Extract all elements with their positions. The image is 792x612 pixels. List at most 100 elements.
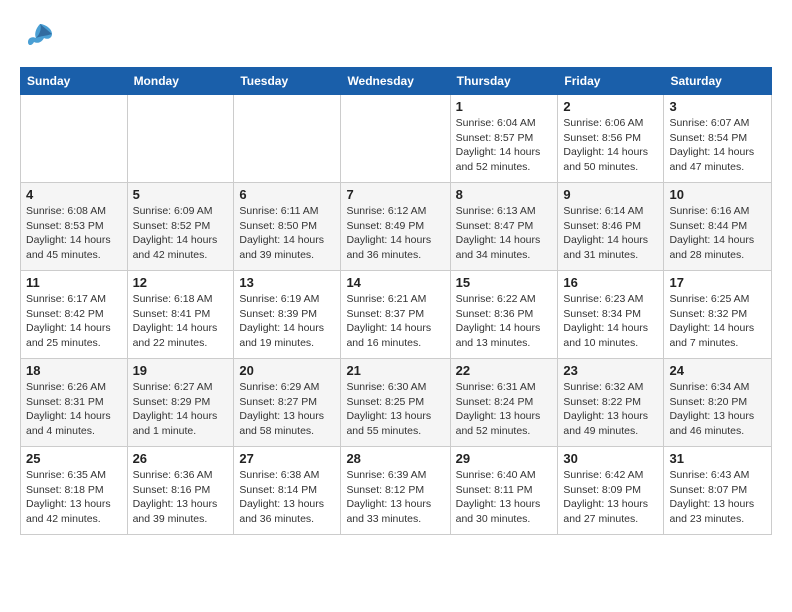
day-number: 9 — [563, 187, 658, 202]
day-number: 7 — [346, 187, 444, 202]
day-number: 5 — [133, 187, 229, 202]
calendar-cell-1-3 — [234, 95, 341, 183]
calendar-header-saturday: Saturday — [664, 68, 772, 95]
logo — [20, 20, 56, 57]
day-number: 16 — [563, 275, 658, 290]
calendar-header-sunday: Sunday — [21, 68, 128, 95]
calendar-cell-3-6: 16 Sunrise: 6:23 AM Sunset: 8:34 PM Dayli… — [558, 271, 664, 359]
calendar-cell-1-5: 1 Sunrise: 6:04 AM Sunset: 8:57 PM Daylig… — [450, 95, 558, 183]
day-number: 3 — [669, 99, 766, 114]
day-info: Sunrise: 6:18 AM Sunset: 8:41 PM Dayligh… — [133, 292, 229, 351]
calendar-header-wednesday: Wednesday — [341, 68, 450, 95]
calendar-week-row-3: 11 Sunrise: 6:17 AM Sunset: 8:42 PM Dayli… — [21, 271, 772, 359]
calendar-cell-4-5: 22 Sunrise: 6:31 AM Sunset: 8:24 PM Dayli… — [450, 359, 558, 447]
day-number: 30 — [563, 451, 658, 466]
day-info: Sunrise: 6:38 AM Sunset: 8:14 PM Dayligh… — [239, 468, 335, 527]
day-info: Sunrise: 6:12 AM Sunset: 8:49 PM Dayligh… — [346, 204, 444, 263]
day-number: 2 — [563, 99, 658, 114]
header — [20, 20, 772, 57]
day-number: 6 — [239, 187, 335, 202]
calendar-header-row: SundayMondayTuesdayWednesdayThursdayFrid… — [21, 68, 772, 95]
day-number: 20 — [239, 363, 335, 378]
day-info: Sunrise: 6:36 AM Sunset: 8:16 PM Dayligh… — [133, 468, 229, 527]
calendar-cell-2-6: 9 Sunrise: 6:14 AM Sunset: 8:46 PM Daylig… — [558, 183, 664, 271]
calendar-cell-1-4 — [341, 95, 450, 183]
day-number: 23 — [563, 363, 658, 378]
day-number: 4 — [26, 187, 122, 202]
day-info: Sunrise: 6:39 AM Sunset: 8:12 PM Dayligh… — [346, 468, 444, 527]
calendar-cell-2-1: 4 Sunrise: 6:08 AM Sunset: 8:53 PM Daylig… — [21, 183, 128, 271]
day-number: 22 — [456, 363, 553, 378]
calendar-cell-3-2: 12 Sunrise: 6:18 AM Sunset: 8:41 PM Dayli… — [127, 271, 234, 359]
calendar-cell-1-2 — [127, 95, 234, 183]
day-number: 11 — [26, 275, 122, 290]
calendar-cell-3-1: 11 Sunrise: 6:17 AM Sunset: 8:42 PM Dayli… — [21, 271, 128, 359]
calendar-header-monday: Monday — [127, 68, 234, 95]
calendar-cell-3-5: 15Sunrise: 6:22 AM Sunset: 8:36 PM Dayli… — [450, 271, 558, 359]
calendar-cell-4-6: 23 Sunrise: 6:32 AM Sunset: 8:22 PM Dayli… — [558, 359, 664, 447]
day-info: Sunrise: 6:04 AM Sunset: 8:57 PM Dayligh… — [456, 116, 553, 175]
calendar-cell-5-2: 26 Sunrise: 6:36 AM Sunset: 8:16 PM Dayli… — [127, 447, 234, 535]
day-info: Sunrise: 6:06 AM Sunset: 8:56 PM Dayligh… — [563, 116, 658, 175]
day-info: Sunrise: 6:19 AM Sunset: 8:39 PM Dayligh… — [239, 292, 335, 351]
day-info: Sunrise: 6:23 AM Sunset: 8:34 PM Dayligh… — [563, 292, 658, 351]
day-number: 26 — [133, 451, 229, 466]
calendar-cell-5-1: 25 Sunrise: 6:35 AM Sunset: 8:18 PM Dayli… — [21, 447, 128, 535]
day-info: Sunrise: 6:40 AM Sunset: 8:11 PM Dayligh… — [456, 468, 553, 527]
day-info: Sunrise: 6:26 AM Sunset: 8:31 PM Dayligh… — [26, 380, 122, 439]
day-info: Sunrise: 6:43 AM Sunset: 8:07 PM Dayligh… — [669, 468, 766, 527]
day-number: 1 — [456, 99, 553, 114]
calendar-header-friday: Friday — [558, 68, 664, 95]
day-info: Sunrise: 6:32 AM Sunset: 8:22 PM Dayligh… — [563, 380, 658, 439]
calendar-cell-4-3: 20Sunrise: 6:29 AM Sunset: 8:27 PM Dayli… — [234, 359, 341, 447]
day-info: Sunrise: 6:17 AM Sunset: 8:42 PM Dayligh… — [26, 292, 122, 351]
day-info: Sunrise: 6:14 AM Sunset: 8:46 PM Dayligh… — [563, 204, 658, 263]
calendar-cell-2-2: 5 Sunrise: 6:09 AM Sunset: 8:52 PM Daylig… — [127, 183, 234, 271]
calendar-cell-1-1 — [21, 95, 128, 183]
calendar-cell-4-4: 21Sunrise: 6:30 AM Sunset: 8:25 PM Dayli… — [341, 359, 450, 447]
day-info: Sunrise: 6:42 AM Sunset: 8:09 PM Dayligh… — [563, 468, 658, 527]
day-number: 27 — [239, 451, 335, 466]
calendar-cell-2-5: 8Sunrise: 6:13 AM Sunset: 8:47 PM Daylig… — [450, 183, 558, 271]
calendar-cell-5-6: 30 Sunrise: 6:42 AM Sunset: 8:09 PM Dayli… — [558, 447, 664, 535]
day-number: 31 — [669, 451, 766, 466]
day-info: Sunrise: 6:27 AM Sunset: 8:29 PM Dayligh… — [133, 380, 229, 439]
day-number: 29 — [456, 451, 553, 466]
day-number: 14 — [346, 275, 444, 290]
day-number: 17 — [669, 275, 766, 290]
calendar-cell-5-4: 28 Sunrise: 6:39 AM Sunset: 8:12 PM Dayli… — [341, 447, 450, 535]
day-number: 18 — [26, 363, 122, 378]
calendar-cell-1-7: 3Sunrise: 6:07 AM Sunset: 8:54 PM Daylig… — [664, 95, 772, 183]
day-info: Sunrise: 6:11 AM Sunset: 8:50 PM Dayligh… — [239, 204, 335, 263]
day-info: Sunrise: 6:16 AM Sunset: 8:44 PM Dayligh… — [669, 204, 766, 263]
calendar-cell-3-4: 14 Sunrise: 6:21 AM Sunset: 8:37 PM Dayli… — [341, 271, 450, 359]
day-info: Sunrise: 6:21 AM Sunset: 8:37 PM Dayligh… — [346, 292, 444, 351]
calendar-cell-1-6: 2 Sunrise: 6:06 AM Sunset: 8:56 PM Daylig… — [558, 95, 664, 183]
calendar-cell-4-2: 19Sunrise: 6:27 AM Sunset: 8:29 PM Dayli… — [127, 359, 234, 447]
day-info: Sunrise: 6:31 AM Sunset: 8:24 PM Dayligh… — [456, 380, 553, 439]
day-info: Sunrise: 6:35 AM Sunset: 8:18 PM Dayligh… — [26, 468, 122, 527]
calendar-week-row-2: 4 Sunrise: 6:08 AM Sunset: 8:53 PM Daylig… — [21, 183, 772, 271]
day-number: 25 — [26, 451, 122, 466]
calendar-cell-2-4: 7 Sunrise: 6:12 AM Sunset: 8:49 PM Daylig… — [341, 183, 450, 271]
calendar-cell-4-7: 24Sunrise: 6:34 AM Sunset: 8:20 PM Dayli… — [664, 359, 772, 447]
day-number: 24 — [669, 363, 766, 378]
calendar-week-row-5: 25 Sunrise: 6:35 AM Sunset: 8:18 PM Dayli… — [21, 447, 772, 535]
calendar-cell-2-3: 6 Sunrise: 6:11 AM Sunset: 8:50 PM Daylig… — [234, 183, 341, 271]
calendar-cell-5-5: 29 Sunrise: 6:40 AM Sunset: 8:11 PM Dayli… — [450, 447, 558, 535]
day-number: 8 — [456, 187, 553, 202]
day-info: Sunrise: 6:25 AM Sunset: 8:32 PM Dayligh… — [669, 292, 766, 351]
day-number: 12 — [133, 275, 229, 290]
calendar-cell-2-7: 10Sunrise: 6:16 AM Sunset: 8:44 PM Dayli… — [664, 183, 772, 271]
calendar-cell-3-7: 17 Sunrise: 6:25 AM Sunset: 8:32 PM Dayli… — [664, 271, 772, 359]
day-info: Sunrise: 6:09 AM Sunset: 8:52 PM Dayligh… — [133, 204, 229, 263]
day-info: Sunrise: 6:22 AM Sunset: 8:36 PM Dayligh… — [456, 292, 553, 351]
calendar-cell-3-3: 13 Sunrise: 6:19 AM Sunset: 8:39 PM Dayli… — [234, 271, 341, 359]
calendar-week-row-1: 1 Sunrise: 6:04 AM Sunset: 8:57 PM Daylig… — [21, 95, 772, 183]
calendar-cell-4-1: 18 Sunrise: 6:26 AM Sunset: 8:31 PM Dayli… — [21, 359, 128, 447]
calendar-header-thursday: Thursday — [450, 68, 558, 95]
day-number: 28 — [346, 451, 444, 466]
day-number: 13 — [239, 275, 335, 290]
day-info: Sunrise: 6:08 AM Sunset: 8:53 PM Dayligh… — [26, 204, 122, 263]
calendar-cell-5-7: 31 Sunrise: 6:43 AM Sunset: 8:07 PM Dayli… — [664, 447, 772, 535]
